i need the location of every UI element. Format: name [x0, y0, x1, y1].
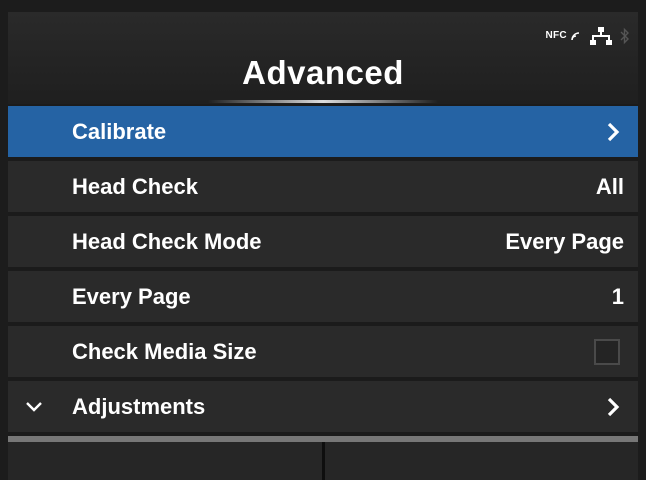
- header: NFC Advanced: [8, 12, 638, 104]
- menu-item-label: Adjustments: [72, 393, 206, 419]
- page-title: Advanced: [242, 54, 404, 91]
- menu-item-head-check-mode[interactable]: Head Check Mode Every Page: [8, 216, 638, 267]
- network-icon: [590, 27, 612, 45]
- menu-item-value: All: [595, 173, 624, 199]
- menu-item-calibrate[interactable]: Calibrate: [8, 106, 638, 157]
- menu-item-label: Head Check: [72, 173, 198, 199]
- menu-item-label: Calibrate: [72, 118, 167, 144]
- chevron-right-icon: [602, 396, 624, 418]
- printer-screen: NFC Advanced Calibrate Head Check All He…: [8, 12, 638, 480]
- softkey-right[interactable]: [324, 442, 638, 480]
- menu-item-adjustments[interactable]: Adjustments: [8, 381, 638, 432]
- menu-item-label: Head Check Mode: [72, 228, 262, 254]
- menu-item-label: Check Media Size: [72, 338, 257, 364]
- chevron-down-icon[interactable]: [24, 397, 44, 417]
- menu-item-every-page[interactable]: Every Page 1: [8, 271, 638, 322]
- chevron-right-icon: [602, 121, 624, 143]
- menu-item-check-media-size[interactable]: Check Media Size: [8, 326, 638, 377]
- menu-item-label: Every Page: [72, 283, 191, 309]
- nfc-label: NFC: [545, 30, 567, 41]
- softkey-left[interactable]: [8, 442, 325, 480]
- menu-item-head-check[interactable]: Head Check All: [8, 161, 638, 212]
- menu-item-value: 1: [611, 283, 624, 309]
- nfc-icon: NFC: [545, 30, 582, 42]
- status-bar: NFC: [545, 24, 630, 48]
- menu-list: Calibrate Head Check All Head Check Mode…: [8, 106, 638, 436]
- menu-item-value: Every Page: [505, 228, 624, 254]
- softkey-bar: [8, 442, 638, 480]
- check-media-size-checkbox[interactable]: [594, 338, 620, 365]
- title-underline: [208, 100, 438, 103]
- bluetooth-icon: [620, 27, 630, 45]
